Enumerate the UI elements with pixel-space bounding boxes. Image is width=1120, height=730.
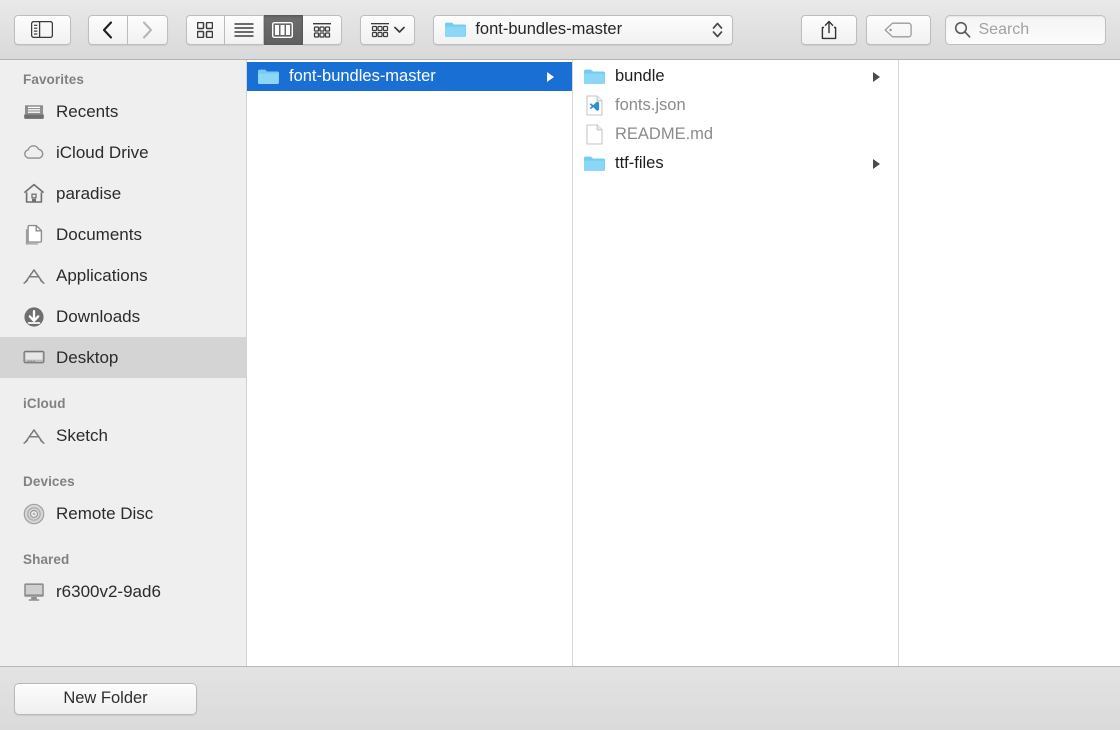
- arrange-by-button[interactable]: [359, 14, 416, 45]
- display-icon: [23, 581, 45, 603]
- tag-icon: [884, 22, 913, 37]
- folder-icon: [583, 67, 605, 87]
- sidebar-section-header: iCloud: [23, 396, 66, 411]
- path-popup-button[interactable]: font-bundles-master: [433, 14, 734, 45]
- window-content: Favorites Recents iCloud Drive paradise Docu…: [0, 60, 1120, 666]
- file-row[interactable]: font-bundles-master: [247, 62, 572, 91]
- folder-icon: [583, 154, 605, 174]
- disclosure-triangle-icon[interactable]: [547, 71, 564, 82]
- path-label: font-bundles-master: [475, 20, 623, 38]
- column-view-icon: [272, 21, 294, 38]
- chevron-down-icon: [393, 26, 405, 33]
- sidebar-item-label: Applications: [56, 265, 148, 285]
- view-mode-button-group: [185, 14, 342, 45]
- sidebar-item-r6300v2-9ad6[interactable]: r6300v2-9ad6: [0, 571, 246, 612]
- sidebar-section-header: Shared: [23, 552, 70, 567]
- file-row[interactable]: README.md: [573, 120, 898, 149]
- finder-window: font-bundles-master Search Favorites Rec…: [0, 0, 1120, 730]
- column-view: font-bundles-master bundle fonts.json READ…: [247, 60, 1120, 666]
- view-as-columns-button[interactable]: [263, 14, 303, 45]
- disclosure-triangle-icon[interactable]: [873, 71, 890, 82]
- disclosure-triangle-icon[interactable]: [873, 158, 890, 169]
- view-as-gallery-button[interactable]: [302, 14, 342, 45]
- downloads-icon: [23, 306, 45, 328]
- folder-icon: [445, 22, 467, 37]
- view-as-icons-button[interactable]: [185, 14, 225, 45]
- file-name-label: fonts.json: [615, 96, 686, 114]
- sidebar-item-documents[interactable]: Documents: [0, 214, 246, 255]
- sidebar-section-header: Devices: [23, 474, 75, 489]
- blank-file-icon: [583, 124, 605, 145]
- up-down-stepper-icon: [712, 22, 723, 37]
- documents-icon: [23, 224, 45, 246]
- applications-icon: [23, 425, 45, 447]
- sidebar-item-downloads[interactable]: Downloads: [0, 296, 246, 337]
- file-name-label: font-bundles-master: [289, 67, 436, 85]
- list-view-icon: [234, 22, 254, 37]
- sidebar-item-recents[interactable]: Recents: [0, 91, 246, 132]
- file-name-label: ttf-files: [615, 154, 664, 172]
- share-button[interactable]: [801, 14, 858, 45]
- bottom-bar: New Folder: [0, 666, 1120, 730]
- sidebar-item-applications[interactable]: Applications: [0, 255, 246, 296]
- sidebar-item-label: Downloads: [56, 306, 141, 326]
- sidebar-item-remote-disc[interactable]: Remote Disc: [0, 493, 246, 534]
- file-row[interactable]: bundle: [573, 62, 898, 91]
- arrange-icon: [370, 22, 389, 37]
- grid-view-icon: [197, 21, 214, 38]
- chevron-right-icon: [142, 20, 152, 39]
- forward-button[interactable]: [127, 14, 168, 45]
- sidebar-item-label: Desktop: [56, 347, 119, 367]
- file-name-label: bundle: [615, 67, 665, 85]
- home-icon: [23, 183, 45, 205]
- back-button[interactable]: [87, 14, 128, 45]
- recents-icon: [23, 101, 45, 123]
- search-placeholder: Search: [978, 20, 1030, 38]
- sidebar-item-desktop[interactable]: Desktop: [0, 337, 246, 378]
- sidebar-item-label: paradise: [56, 183, 122, 203]
- sidebar-item-icloud-drive[interactable]: iCloud Drive: [0, 132, 246, 173]
- toolbar: font-bundles-master Search: [0, 0, 1120, 60]
- desktop-icon: [23, 347, 45, 369]
- sidebar-item-label: r6300v2-9ad6: [56, 581, 161, 601]
- chevron-left-icon: [103, 20, 113, 39]
- new-folder-button[interactable]: New Folder: [14, 682, 197, 715]
- file-row[interactable]: ttf-files: [573, 149, 898, 178]
- column-3-preview[interactable]: [899, 60, 1120, 666]
- sidebar-item-label: iCloud Drive: [56, 142, 149, 162]
- gallery-view-icon: [312, 22, 331, 38]
- folder-icon: [257, 67, 279, 87]
- sidebar-item-label: Sketch: [56, 425, 108, 445]
- share-icon: [821, 20, 837, 39]
- edit-tags-button[interactable]: [866, 14, 931, 45]
- cloud-icon: [23, 142, 45, 164]
- sidebar-toggle-icon: [31, 21, 54, 38]
- disc-icon: [23, 503, 45, 525]
- sidebar-item-paradise[interactable]: paradise: [0, 173, 246, 214]
- sidebar[interactable]: Favorites Recents iCloud Drive paradise Docu…: [0, 60, 247, 666]
- search-input[interactable]: Search: [944, 14, 1106, 45]
- view-as-list-button[interactable]: [224, 14, 264, 45]
- sidebar-item-label: Recents: [56, 101, 119, 121]
- sidebar-item-label: Remote Disc: [56, 503, 154, 523]
- column-2[interactable]: bundle fonts.json README.md ttf-files: [573, 60, 899, 666]
- sidebar-toggle-button[interactable]: [14, 14, 71, 45]
- navigation-button-group: [87, 14, 168, 45]
- vscode-file-icon: [583, 95, 605, 116]
- column-1[interactable]: font-bundles-master: [247, 60, 573, 666]
- file-row[interactable]: fonts.json: [573, 91, 898, 120]
- sidebar-item-sketch[interactable]: Sketch: [0, 415, 246, 456]
- file-name-label: README.md: [615, 125, 714, 143]
- sidebar-section-header: Favorites: [23, 72, 84, 87]
- sidebar-item-label: Documents: [56, 224, 142, 244]
- search-icon: [954, 21, 970, 38]
- applications-icon: [23, 265, 45, 287]
